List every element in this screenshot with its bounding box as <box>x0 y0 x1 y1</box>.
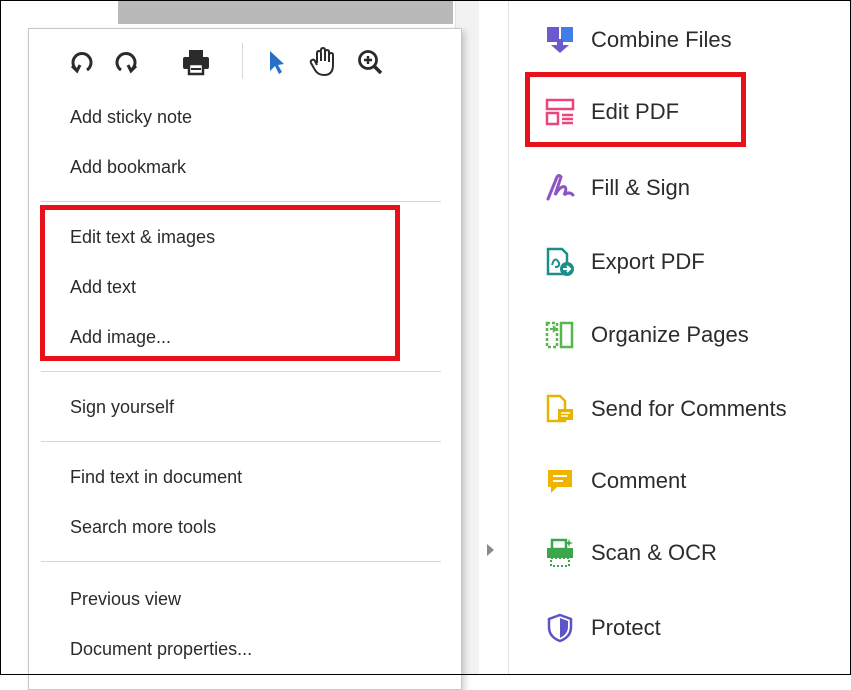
fill-sign-icon <box>545 173 575 203</box>
document-page-edge <box>118 0 453 24</box>
printer-icon[interactable] <box>179 45 213 79</box>
tool-combine-files[interactable]: Combine Files <box>545 20 732 60</box>
menu-separator <box>41 371 441 372</box>
tools-pane-divider <box>508 0 509 675</box>
rotate-left-icon[interactable] <box>65 45 99 79</box>
tool-organize-pages[interactable]: Organize Pages <box>545 315 749 355</box>
tool-label: Scan & OCR <box>591 540 717 565</box>
tool-label: Comment <box>591 468 687 493</box>
tool-fill-sign[interactable]: Fill & Sign <box>545 168 690 208</box>
tool-comment[interactable]: Comment <box>545 461 686 501</box>
toolbar-separator <box>242 43 243 79</box>
tool-edit-pdf[interactable]: Edit PDF <box>545 92 679 132</box>
menu-separator <box>41 441 441 442</box>
hand-pan-icon[interactable] <box>305 45 339 79</box>
select-cursor-icon[interactable] <box>259 45 293 79</box>
menu-separator <box>41 561 441 562</box>
scan-ocr-icon <box>545 538 575 568</box>
tool-export-pdf[interactable]: Export PDF <box>545 242 705 282</box>
tool-send-for-comments[interactable]: Send for Comments <box>545 389 787 429</box>
zoom-in-icon[interactable] <box>353 45 387 79</box>
tool-scan-ocr[interactable]: Scan & OCR <box>545 533 717 573</box>
tool-label: Organize Pages <box>591 322 749 347</box>
tool-label: Edit PDF <box>591 99 680 124</box>
send-for-comments-icon <box>545 394 575 424</box>
tool-label: Export PDF <box>591 249 705 274</box>
context-menu-toolbar <box>29 29 461 89</box>
tool-label: Send for Comments <box>591 396 787 421</box>
comment-icon <box>545 466 575 496</box>
combine-files-icon <box>545 25 575 55</box>
expand-pane-arrow-icon[interactable] <box>487 544 494 556</box>
menu-item-previous-view[interactable]: Previous view <box>70 589 181 610</box>
tool-label: Combine Files <box>591 27 732 52</box>
menu-item-add-sticky-note[interactable]: Add sticky note <box>70 107 192 128</box>
menu-item-search-more-tools[interactable]: Search more tools <box>70 517 216 538</box>
menu-item-document-properties[interactable]: Document properties... <box>70 639 252 660</box>
tool-label: Fill & Sign <box>591 175 691 200</box>
tool-protect[interactable]: Protect <box>545 608 661 648</box>
rotate-right-icon[interactable] <box>109 45 143 79</box>
menu-item-add-bookmark[interactable]: Add bookmark <box>70 157 186 178</box>
menu-item-add-image[interactable]: Add image... <box>70 327 171 348</box>
tool-label: Protect <box>591 615 661 640</box>
menu-item-find-text[interactable]: Find text in document <box>70 467 242 488</box>
menu-item-add-text[interactable]: Add text <box>70 277 136 298</box>
context-menu: Add sticky note Add bookmark Edit text &… <box>28 28 462 690</box>
protect-shield-icon <box>545 613 575 643</box>
menu-separator <box>41 201 441 202</box>
edit-pdf-icon <box>545 97 575 127</box>
menu-item-edit-text-images[interactable]: Edit text & images <box>70 227 215 248</box>
organize-pages-icon <box>545 320 575 350</box>
export-pdf-icon <box>545 247 575 277</box>
menu-item-sign-yourself[interactable]: Sign yourself <box>70 397 174 418</box>
